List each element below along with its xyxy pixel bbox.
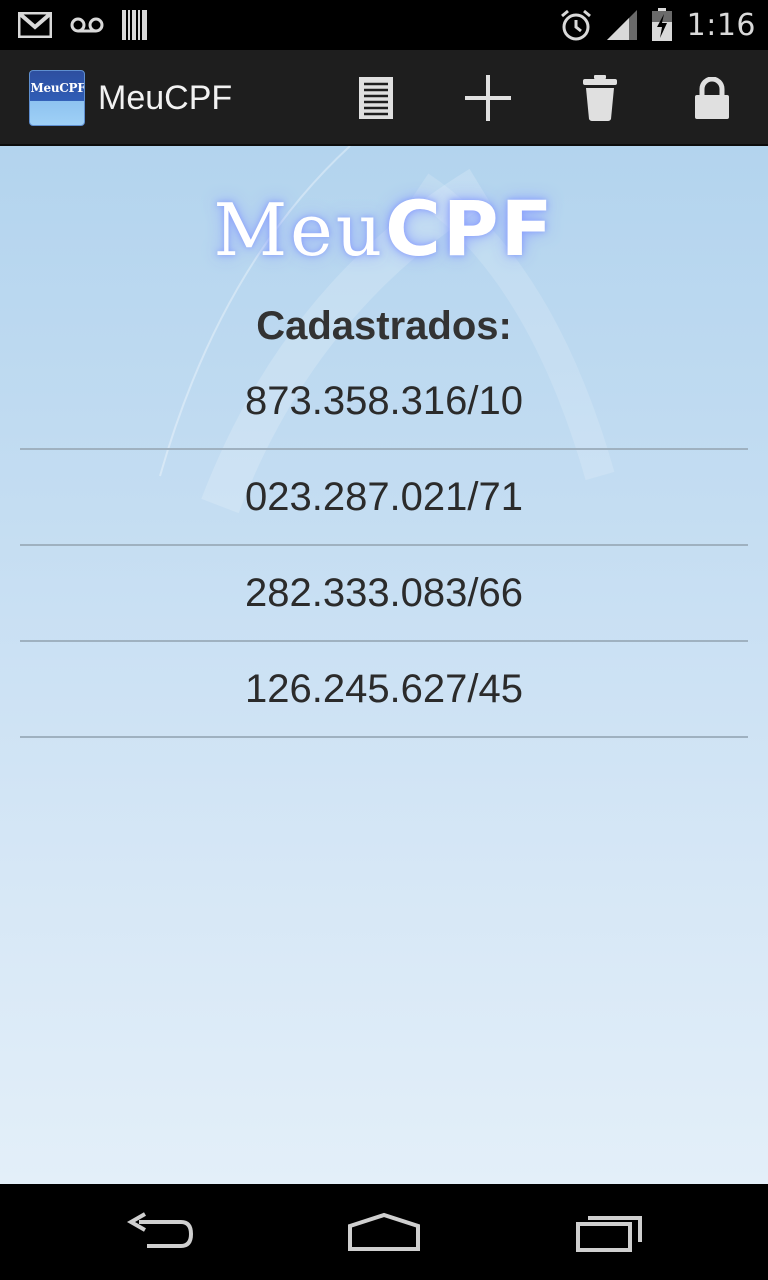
trash-icon	[583, 75, 617, 121]
alarm-icon	[560, 9, 591, 41]
home-icon	[348, 1212, 420, 1251]
status-bar: 1:16	[0, 0, 768, 50]
navigation-bar	[0, 1184, 768, 1280]
main-content: MeuCPF Cadastrados: 873.358.316/10 023.2…	[0, 146, 768, 1184]
cpf-value: 282.333.083/66	[244, 570, 524, 615]
lock-icon	[695, 77, 729, 119]
back-icon	[126, 1212, 194, 1248]
cpf-value: 126.245.627/45	[244, 666, 524, 711]
gmail-icon	[18, 12, 52, 38]
recent-apps-button[interactable]	[530, 1184, 690, 1280]
cpf-value: 873.358.316/10	[244, 378, 524, 423]
lock-button[interactable]	[656, 50, 768, 146]
status-clock: 1:16	[686, 7, 756, 43]
app-icon[interactable]: MeuCPF	[29, 70, 85, 126]
meucpf-logo: MeuCPF	[0, 184, 768, 273]
app-icon-label: MeuCPF	[30, 81, 85, 95]
list-item[interactable]: 023.287.021/71	[20, 450, 748, 546]
delete-button[interactable]	[544, 50, 656, 146]
home-button[interactable]	[304, 1184, 464, 1280]
add-icon	[465, 75, 511, 121]
action-bar: MeuCPF MeuCPF	[0, 50, 768, 146]
voicemail-icon	[70, 17, 104, 33]
list-item[interactable]: 873.358.316/10	[20, 354, 748, 450]
cpf-list: 873.358.316/10 023.287.021/71 282.333.08…	[20, 354, 748, 738]
battery-charging-icon	[651, 8, 672, 41]
cpf-value: 023.287.021/71	[244, 474, 524, 519]
recent-apps-icon	[576, 1216, 642, 1252]
back-button[interactable]	[80, 1184, 240, 1280]
logo-meu: Meu	[213, 188, 386, 272]
barcode-icon	[122, 10, 147, 40]
signal-icon	[606, 10, 637, 40]
list-button[interactable]	[320, 50, 432, 146]
registered-heading: Cadastrados:	[256, 304, 512, 348]
app-title: MeuCPF	[98, 79, 233, 117]
logo-cpf: CPF	[385, 184, 555, 273]
list-item[interactable]: 282.333.083/66	[20, 546, 748, 642]
add-button[interactable]	[432, 50, 544, 146]
list-item[interactable]: 126.245.627/45	[20, 642, 748, 738]
list-icon	[359, 77, 393, 119]
